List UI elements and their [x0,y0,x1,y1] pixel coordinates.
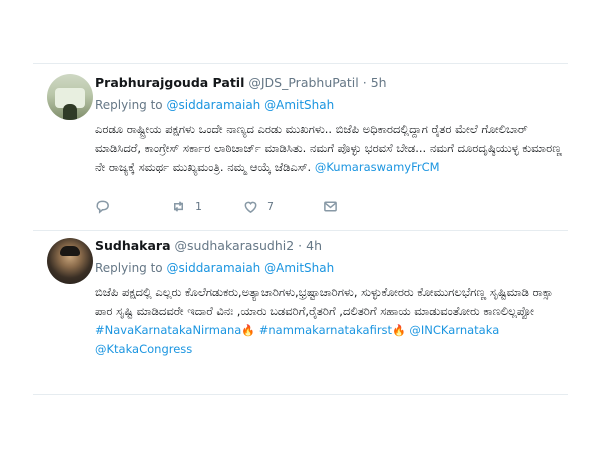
direct-message-button[interactable] [323,199,338,214]
replying-to: Replying to @siddaramaiah @AmitShah [95,261,334,275]
tweet[interactable]: Prabhurajgouda Patil @JDS_PrabhuPatil · … [33,64,568,231]
fire-icon: 🔥 [392,324,406,337]
tweet-text: ಬಿಜೆಪಿ ಪಕ್ಷದಲ್ಲಿ ಎಲ್ಲರು ಕೊಲೆಗಡುಕರು,ಅತ್ಯಾ… [95,283,563,359]
avatar[interactable] [47,74,93,120]
separator: · [298,238,303,253]
user-handle[interactable]: @JDS_PrabhuPatil [248,75,358,90]
display-name[interactable]: Sudhakara [95,238,171,253]
avatar[interactable] [47,238,93,284]
user-handle[interactable]: @sudhakarasudhi2 [175,238,295,253]
mention-link[interactable]: @AmitShah [264,261,334,275]
retweet-count: 1 [195,200,202,213]
tweet[interactable]: Sudhakara @sudhakarasudhi2 · 4h Replying… [33,230,568,395]
replying-to-prefix: Replying to [95,98,163,112]
heart-icon [244,201,257,214]
mention-link[interactable]: @AmitShah [264,98,334,112]
tweet-replies-panel: Prabhurajgouda Patil @JDS_PrabhuPatil · … [33,63,568,395]
like-count: 7 [267,200,274,213]
hashtag-link[interactable]: #NavaKarnatakaNirmana [95,323,241,337]
tweet-header: Prabhurajgouda Patil @JDS_PrabhuPatil · … [95,75,387,90]
hashtag-link[interactable]: #nammakarnatakafirst [259,323,392,337]
timestamp[interactable]: 4h [306,238,322,253]
mention-link[interactable]: @KumaraswamyFrCM [315,160,440,174]
replying-to: Replying to @siddaramaiah @AmitShah [95,98,334,112]
separator: · [362,75,367,90]
replying-to-prefix: Replying to [95,261,163,275]
tweet-text: ಎರಡೂ ರಾಷ್ಟ್ರೀಯ ಪಕ್ಷಗಳು ಒಂದೇ ನಾಣ್ಯದ ಎರಡು … [95,120,563,177]
reply-icon [96,200,109,214]
tweet-body: ಬಿಜೆಪಿ ಪಕ್ಷದಲ್ಲಿ ಎಲ್ಲರು ಕೊಲೆಗಡುಕರು,ಅತ್ಯಾ… [95,285,554,318]
tweet-header: Sudhakara @sudhakarasudhi2 · 4h [95,238,322,253]
retweet-button[interactable]: 1 [171,199,202,214]
mention-link[interactable]: @KtakaCongress [95,342,192,356]
mention-link[interactable]: @siddaramaiah [166,261,260,275]
display-name[interactable]: Prabhurajgouda Patil [95,75,244,90]
envelope-icon [324,201,337,212]
mention-link[interactable]: @INCKarnataka [409,323,499,337]
mention-link[interactable]: @siddaramaiah [166,98,260,112]
timestamp[interactable]: 5h [371,75,387,90]
retweet-icon [174,201,183,212]
fire-icon: 🔥 [241,324,256,337]
reply-button[interactable] [95,199,110,214]
like-button[interactable]: 7 [243,199,274,214]
